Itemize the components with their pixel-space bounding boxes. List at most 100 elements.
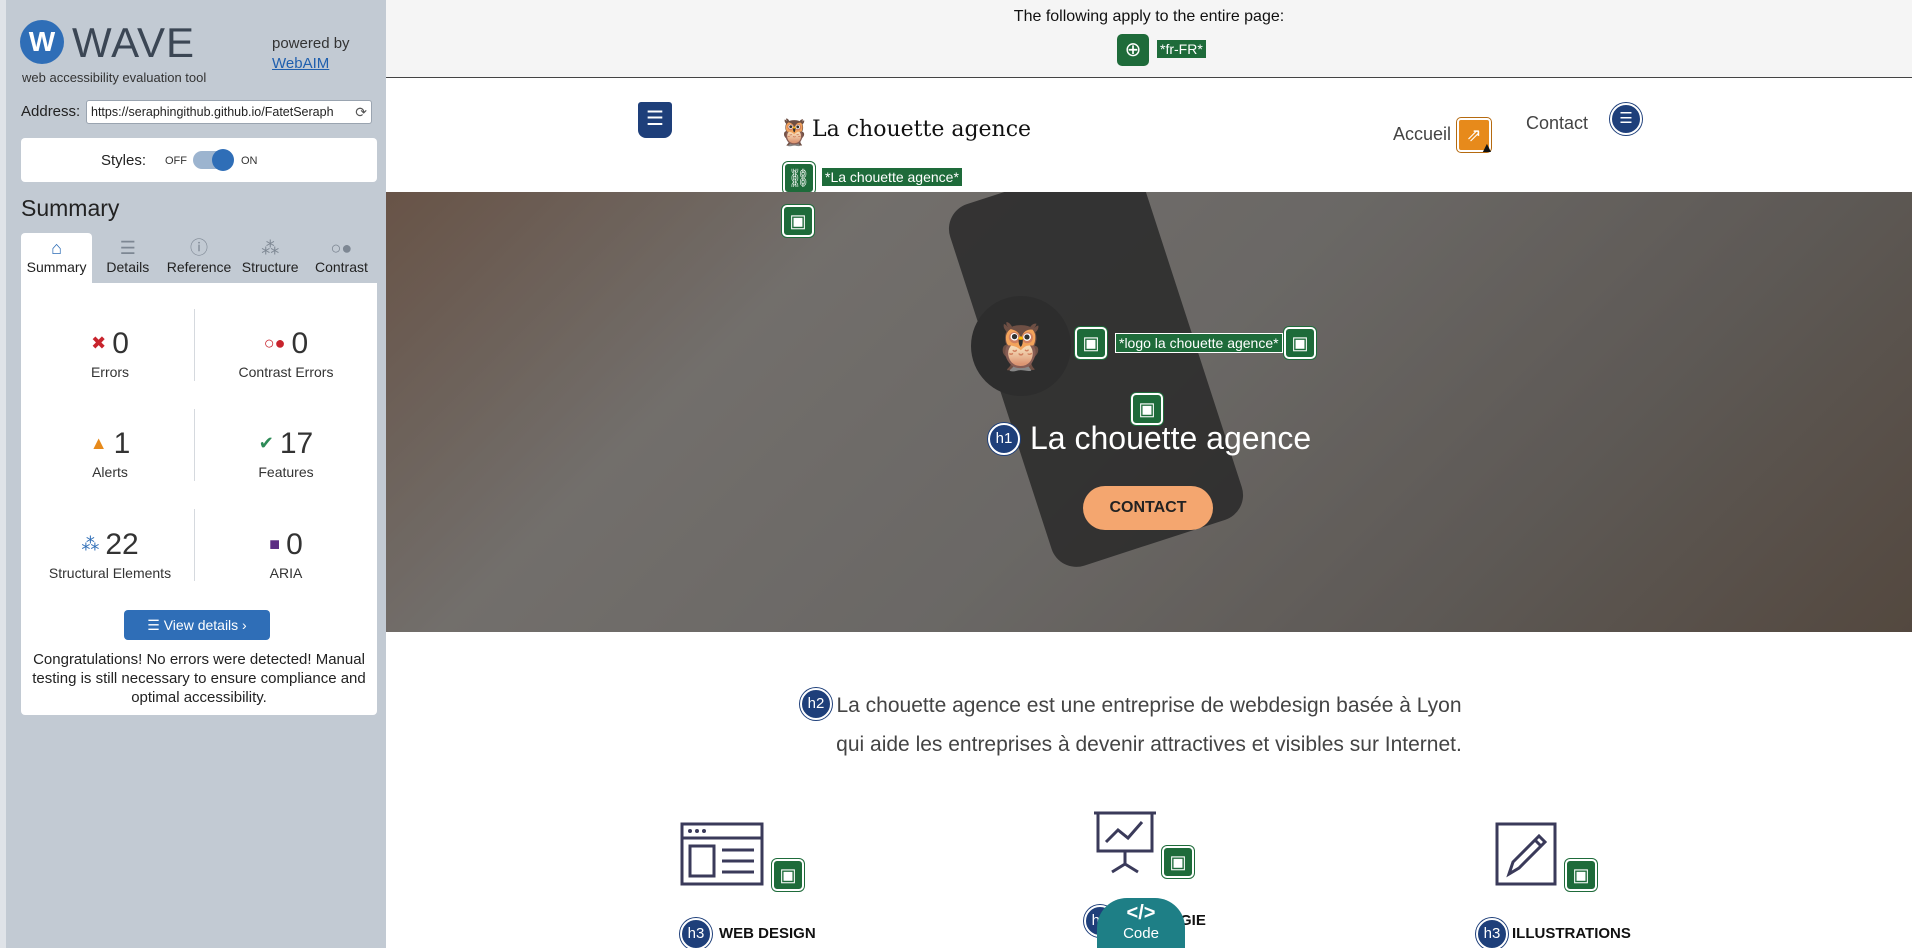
contrast-errors-count: 0 <box>291 327 309 360</box>
evaluated-page: The following apply to the entire page: … <box>386 0 1912 948</box>
h3-heading-icon[interactable]: h3 <box>680 918 712 948</box>
tab-summary[interactable]: ⌂ Summary <box>21 233 93 283</box>
feature-title-web-design: WEB DESIGN <box>719 925 816 942</box>
image-feature-icon[interactable]: ▣ <box>1565 859 1597 891</box>
structure-icon: ⁂ <box>81 534 100 554</box>
list-icon: ☰ <box>147 617 164 633</box>
wave-sidebar: W WAVE web accessibility evaluation tool… <box>0 0 386 948</box>
features-count: 17 <box>279 427 314 460</box>
errors-count: 0 <box>112 327 129 360</box>
divider <box>194 509 195 581</box>
styles-label: Styles: <box>101 152 147 169</box>
wave-tabs: ⌂ Summary ☰ Details ⓘ Reference ⁂ Struct… <box>21 233 377 283</box>
tab-label: Reference <box>166 259 232 275</box>
brand-name[interactable]: La chouette agence <box>812 117 1031 142</box>
intro-line-2: qui aide les entreprises à devenir attra… <box>836 733 1462 756</box>
error-icon: ✖ <box>91 333 107 353</box>
image-feature-icon[interactable]: ▣ <box>1284 327 1316 359</box>
tab-reference[interactable]: ⓘ Reference <box>163 233 234 283</box>
address-input[interactable]: https://seraphingithub.github.io/FatetSe… <box>86 100 372 124</box>
divider <box>194 409 195 481</box>
styles-toggle[interactable] <box>193 149 234 171</box>
aria-label: ARIA <box>269 565 303 581</box>
alert-icon: ▲ <box>89 433 108 453</box>
hero-banner: 🦉 ▣ *logo la chouette agence* ▣ ▣ h1 La … <box>386 192 1912 632</box>
alerts-label: Alerts <box>92 464 128 480</box>
hero-title: La chouette agence <box>1030 420 1312 456</box>
wave-title: WAVE <box>72 19 196 66</box>
nav-accueil[interactable]: Accueil <box>1393 124 1451 145</box>
features-label: Features <box>258 464 314 480</box>
tab-contrast[interactable]: ○● Contrast <box>306 233 377 283</box>
link-alt-label: *La chouette agence* <box>821 167 963 187</box>
logo-alt-label: *logo la chouette agence* <box>1115 333 1283 353</box>
contact-button[interactable]: CONTACT <box>1083 486 1213 530</box>
contrast-icon: ○● <box>330 238 353 258</box>
hierarchy-icon: ⁂ <box>261 238 280 258</box>
address-row: Address: https://seraphingithub.github.i… <box>21 100 377 124</box>
info-icon: ⓘ <box>190 238 208 258</box>
list-icon: ☰ <box>119 238 136 258</box>
feature-title-illustrations: ILLUSTRATIONS <box>1512 925 1631 942</box>
stat-structural: ⁂ 22 Structural Elements <box>25 526 195 581</box>
styles-off-label: OFF <box>165 155 187 167</box>
pencil-drawing-icon <box>1495 822 1557 886</box>
summary-heading: Summary <box>21 195 120 221</box>
warning-triangle-icon: ▲ <box>1480 139 1494 155</box>
powered-by: powered by WebAIM <box>272 34 350 74</box>
intro-line-1: La chouette agence est une entreprise de… <box>836 694 1462 717</box>
globe-icon[interactable]: ⊕ <box>1117 34 1149 66</box>
css-structure-icon[interactable]: ☰ <box>638 102 672 138</box>
view-details-button[interactable]: ☰ View details › <box>124 610 270 640</box>
feature-check-icon: ✔ <box>258 433 274 453</box>
code-toggle-button[interactable]: </> Code <box>1097 898 1185 948</box>
tab-label: Details <box>106 259 150 275</box>
h3-heading-icon[interactable]: h3 <box>1476 918 1508 948</box>
image-feature-icon[interactable]: ▣ <box>782 205 814 237</box>
structural-count: 22 <box>105 528 139 561</box>
wave-subtitle: web accessibility evaluation tool <box>22 70 207 85</box>
reload-icon[interactable]: ⟳ <box>355 101 367 123</box>
divider <box>194 309 195 381</box>
code-icon: </> <box>1126 902 1156 924</box>
congrats-message: Congratulations! No errors were detected… <box>32 651 366 706</box>
image-feature-icon[interactable]: ▣ <box>1075 327 1107 359</box>
styles-on-label: ON <box>241 155 258 167</box>
alerts-count: 1 <box>113 427 131 460</box>
aria-icon: ■ <box>269 534 281 554</box>
stat-alerts: ▲ 1 Alerts <box>25 425 195 480</box>
wave-logo-icon: W <box>20 20 64 64</box>
tab-label: Structure <box>241 259 299 275</box>
structural-label: Structural Elements <box>48 565 172 581</box>
view-details-label: View details › <box>163 617 247 633</box>
code-label: Code <box>1123 925 1159 942</box>
h1-heading-icon[interactable]: h1 <box>988 423 1020 455</box>
image-feature-icon[interactable]: ▣ <box>1162 846 1194 878</box>
home-icon: ⌂ <box>51 238 63 258</box>
site-header: ☰ 🦉 La chouette agence Accueil ⇗ ▲ Conta… <box>386 79 1912 192</box>
stat-aria: ■ 0 ARIA <box>201 526 371 581</box>
owl-logo-icon: 🦉 <box>778 117 811 147</box>
link-feature-icon[interactable]: ⛓ <box>783 162 815 194</box>
owl-hero-logo-icon: 🦉 <box>971 296 1071 396</box>
tab-details[interactable]: ☰ Details <box>92 233 163 283</box>
wave-logo: W WAVE web accessibility evaluation tool… <box>20 18 380 88</box>
image-feature-icon[interactable]: ▣ <box>772 859 804 891</box>
tab-structure[interactable]: ⁂ Structure <box>235 233 306 283</box>
stat-errors: ✖ 0 Errors <box>25 325 195 380</box>
nav-contact[interactable]: Contact <box>1526 113 1588 134</box>
navigation-list-icon[interactable]: ☰ <box>1610 103 1642 135</box>
address-label: Address: <box>21 103 81 120</box>
powered-by-text: powered by <box>272 35 350 52</box>
webaim-link[interactable]: WebAIM <box>272 54 350 74</box>
tab-label: Contrast <box>314 259 368 275</box>
contrast-errors-label: Contrast Errors <box>238 364 334 380</box>
page-info-bar: The following apply to the entire page: … <box>386 0 1912 78</box>
styles-toggle-box: Styles: OFF ON <box>21 138 377 182</box>
tab-label: Summary <box>26 259 87 275</box>
summary-panel: ✖ 0 Errors ○● 0 Contrast Errors ▲ 1 Alerts … <box>21 283 377 715</box>
address-value: https://seraphingithub.github.io/FatetSe… <box>91 105 334 119</box>
contrast-error-icon: ○● <box>263 333 286 353</box>
errors-label: Errors <box>90 364 130 380</box>
language-label: *fr-FR* <box>1157 40 1206 58</box>
